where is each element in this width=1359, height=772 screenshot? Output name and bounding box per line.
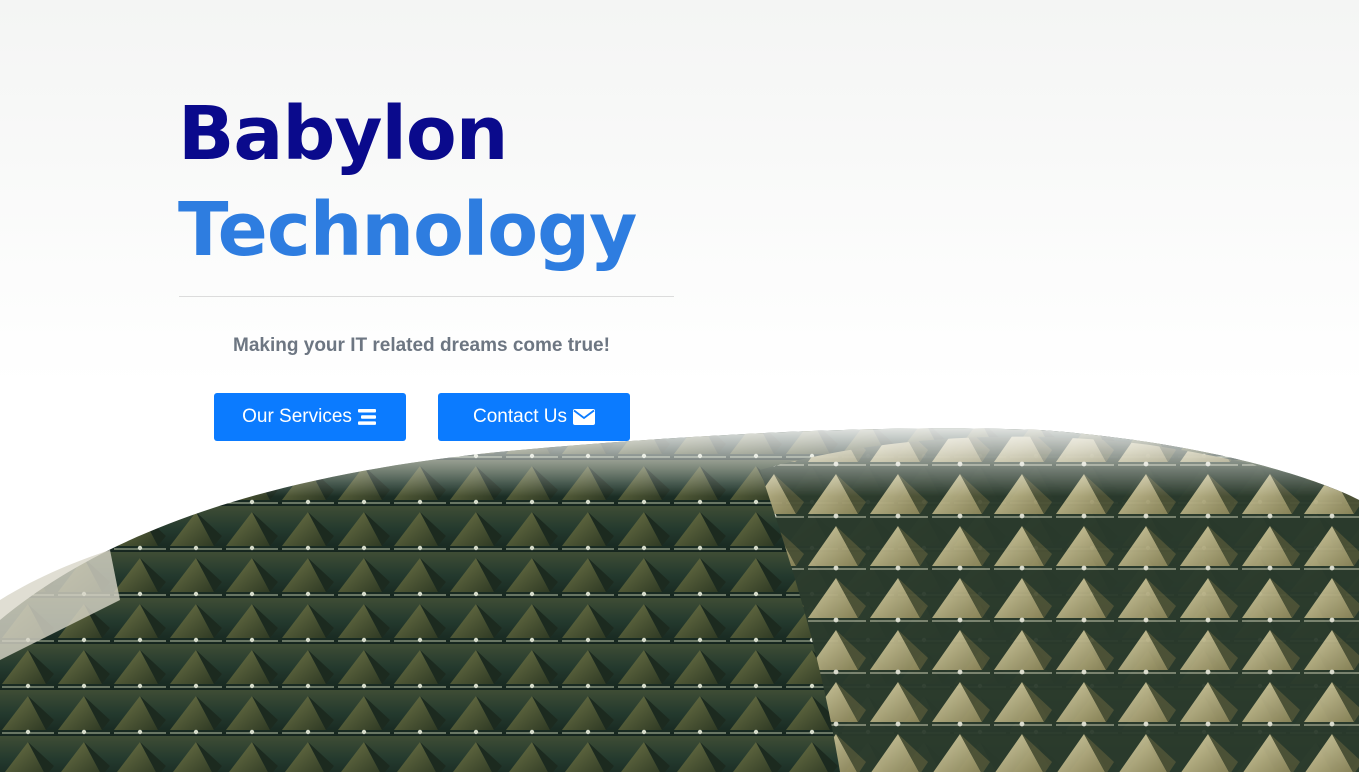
tagline: Making your IT related dreams come true!: [233, 335, 610, 356]
title-line-accent: Technology: [178, 187, 637, 273]
contact-us-button[interactable]: Contact Us: [438, 393, 630, 441]
our-services-button[interactable]: Our Services: [214, 393, 406, 441]
contact-us-label: Contact Us: [473, 406, 567, 427]
brand-title: Babylon Technology: [178, 86, 698, 278]
hero-section: Babylon Technology Making your IT relate…: [0, 0, 1359, 772]
title-divider: [179, 296, 674, 297]
title-line-primary: Babylon: [178, 91, 508, 177]
envelope-icon: [572, 409, 595, 425]
bars-icon: [357, 408, 378, 426]
our-services-label: Our Services: [242, 406, 352, 427]
